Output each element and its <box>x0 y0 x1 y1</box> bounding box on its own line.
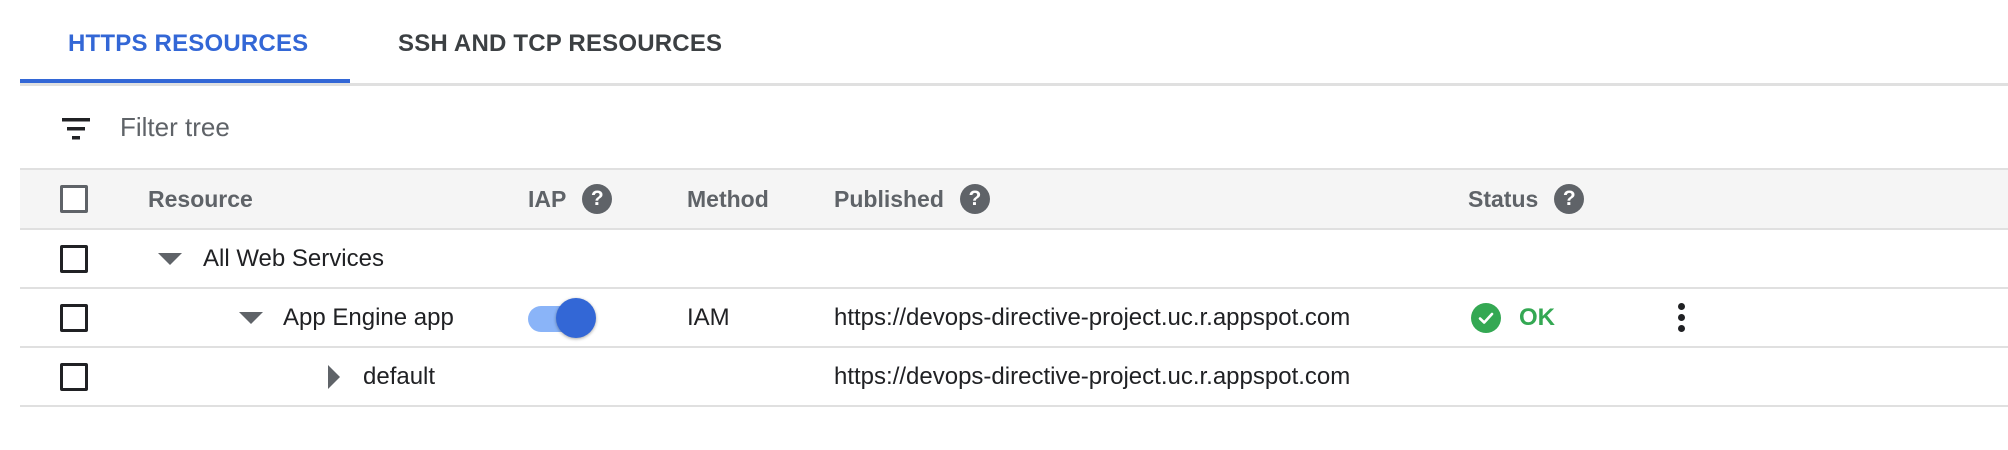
table-header: Resource IAP ? Method Published ? Status… <box>20 168 2008 230</box>
column-header-iap[interactable]: IAP <box>528 186 566 213</box>
tab-bar: HTTPS RESOURCES SSH AND TCP RESOURCES <box>20 0 2008 86</box>
resource-name: All Web Services <box>203 244 384 272</box>
collapse-arrow-icon[interactable] <box>239 311 263 324</box>
select-all-checkbox[interactable] <box>60 185 88 213</box>
row-checkbox[interactable] <box>60 303 88 332</box>
published-url[interactable]: https://devops-directive-project.uc.r.ap… <box>834 348 1350 405</box>
tab-https-resources[interactable]: HTTPS RESOURCES <box>68 30 308 58</box>
column-header-iap-wrap: IAP ? <box>528 170 613 228</box>
filter-list-icon[interactable] <box>62 118 90 140</box>
table-row: App Engine app IAM https://devops-direct… <box>20 289 2008 348</box>
iap-toggle[interactable] <box>526 297 600 338</box>
help-icon[interactable]: ? <box>1554 184 1585 214</box>
column-header-published[interactable]: Published <box>834 186 944 213</box>
toggle-knob <box>556 297 596 338</box>
column-header-method[interactable]: Method <box>687 170 769 228</box>
column-header-resource[interactable]: Resource <box>148 170 253 228</box>
help-icon[interactable]: ? <box>959 184 990 214</box>
table-row: default https://devops-directive-project… <box>20 348 2008 407</box>
table-row: All Web Services <box>20 230 2008 289</box>
status-cell: OK <box>1471 289 1555 346</box>
row-checkbox[interactable] <box>60 362 88 391</box>
help-icon[interactable]: ? <box>582 184 613 214</box>
resource-name: App Engine app <box>283 303 454 331</box>
filter-tree-input[interactable] <box>120 110 720 144</box>
expand-arrow-icon[interactable] <box>328 364 340 389</box>
resources-table: Resource IAP ? Method Published ? Status… <box>20 168 2008 407</box>
active-tab-indicator <box>20 79 350 83</box>
column-header-published-wrap: Published ? <box>834 170 990 228</box>
method-value: IAM <box>687 303 730 331</box>
more-vert-icon[interactable] <box>1671 298 1691 338</box>
tab-ssh-tcp-resources[interactable]: SSH AND TCP RESOURCES <box>398 30 722 58</box>
column-header-status-wrap: Status ? <box>1468 170 1585 228</box>
collapse-arrow-icon[interactable] <box>158 252 182 265</box>
published-url[interactable]: https://devops-directive-project.uc.r.ap… <box>834 289 1350 346</box>
resource-name: default <box>363 362 436 390</box>
check-circle-icon <box>1471 302 1501 333</box>
column-header-status[interactable]: Status <box>1468 186 1538 213</box>
row-checkbox[interactable] <box>60 244 88 273</box>
status-badge: OK <box>1519 303 1555 331</box>
